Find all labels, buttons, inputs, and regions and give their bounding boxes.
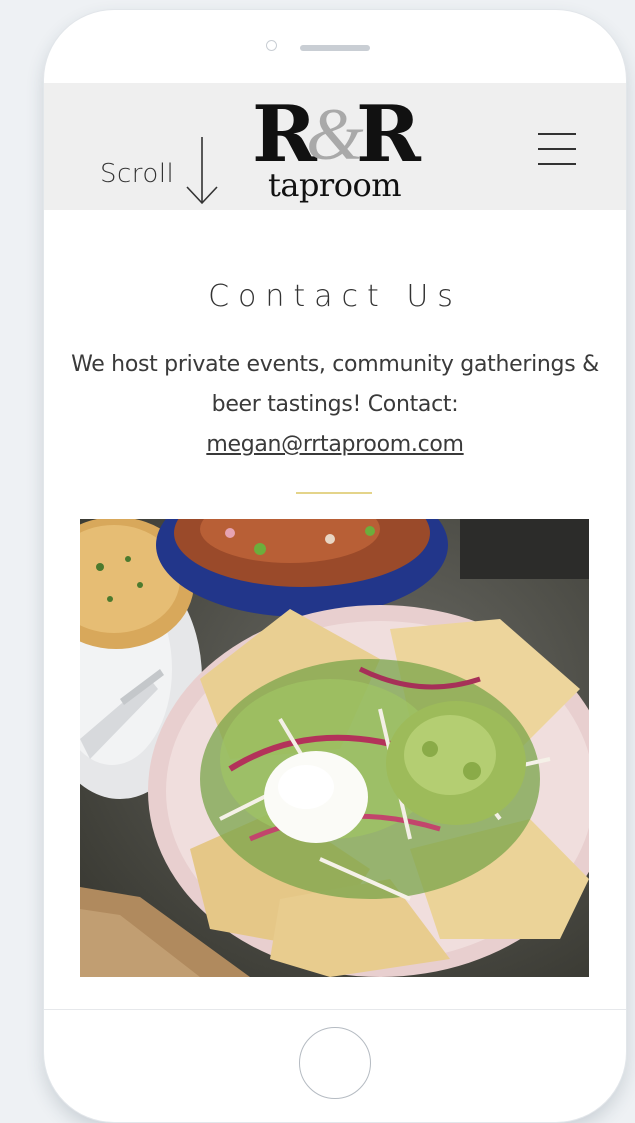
food-photo bbox=[80, 519, 589, 977]
menu-bar bbox=[538, 163, 576, 165]
site-header: Scroll R & R taproom bbox=[44, 83, 626, 210]
site-logo[interactable]: R & R taproom bbox=[250, 89, 428, 204]
contact-email-link[interactable]: megan@rrtaproom.com bbox=[44, 425, 626, 465]
arrow-down-icon[interactable] bbox=[182, 135, 222, 207]
menu-bar bbox=[538, 148, 576, 150]
screen: Scroll R & R taproom Contact Us We host … bbox=[44, 83, 626, 1009]
phone-frame: Scroll R & R taproom Contact Us We host … bbox=[44, 10, 626, 1122]
logo-ampersand: & bbox=[306, 94, 364, 176]
logo-letter-right: R bbox=[356, 89, 421, 180]
contact-title: Contact Us bbox=[208, 279, 462, 314]
logo-subtitle: taproom bbox=[268, 166, 402, 204]
accent-divider bbox=[296, 492, 372, 494]
menu-bar bbox=[538, 133, 576, 135]
front-camera bbox=[266, 40, 277, 51]
hamburger-menu-icon[interactable] bbox=[538, 133, 580, 169]
nachos-photo-illustration bbox=[80, 519, 589, 977]
earpiece-speaker bbox=[300, 45, 370, 51]
contact-description: We host private events, community gather… bbox=[71, 352, 599, 417]
bezel-divider bbox=[44, 1009, 626, 1010]
home-button[interactable] bbox=[299, 1027, 371, 1099]
scroll-label[interactable]: Scroll bbox=[100, 159, 174, 189]
